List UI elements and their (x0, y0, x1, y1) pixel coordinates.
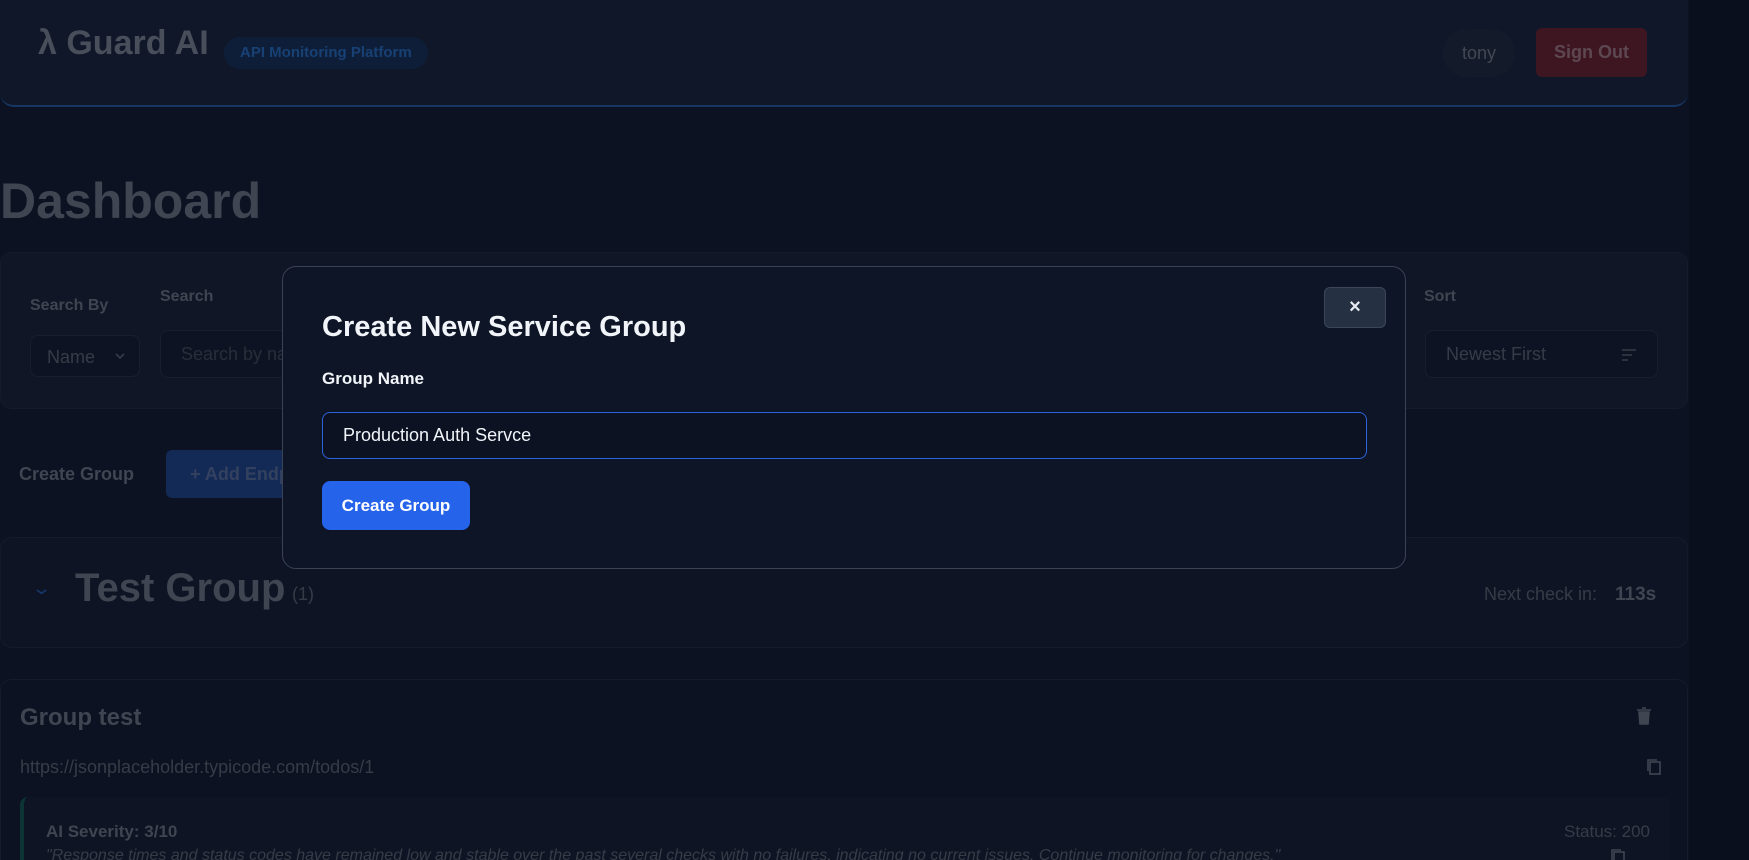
create-group-modal: Create New Service Group × Group Name Cr… (282, 266, 1406, 569)
close-button[interactable]: × (1324, 287, 1386, 328)
create-group-button[interactable]: Create Group (322, 481, 470, 530)
group-name-input[interactable] (322, 412, 1367, 459)
dashboard-page: λ Guard AI API Monitoring Platform tony … (0, 0, 1749, 860)
modal-title: Create New Service Group (322, 311, 687, 343)
group-name-label: Group Name (322, 369, 425, 388)
close-icon: × (1349, 296, 1361, 318)
